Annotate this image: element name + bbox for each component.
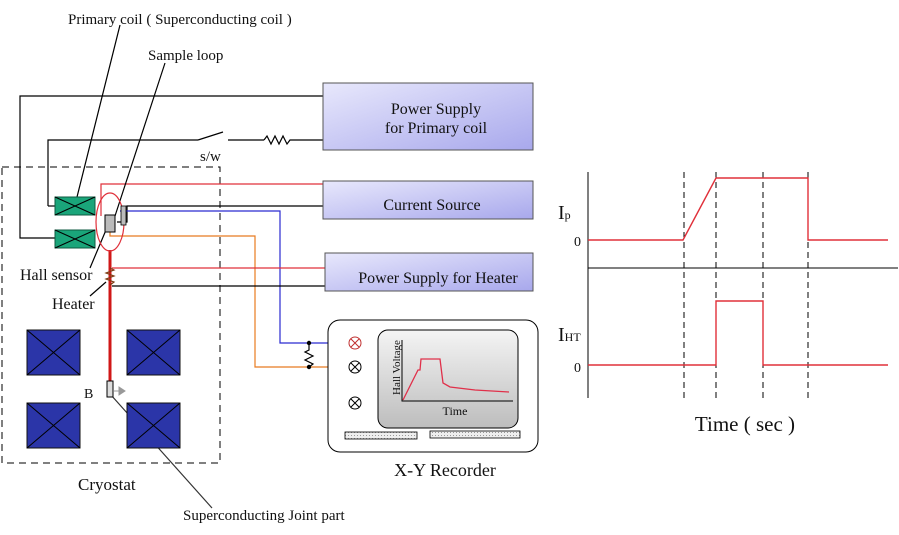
ip-trace	[588, 177, 888, 241]
primary-supply-line1: Power Supply	[391, 101, 481, 118]
hall-sensor-label: Hall sensor	[20, 267, 93, 284]
iht-label: IHT	[558, 324, 581, 346]
current-source-label: Current Source	[383, 197, 480, 214]
field-arrow-icon	[114, 386, 126, 396]
primary-coil	[54, 196, 96, 249]
ip-label: Ip	[558, 202, 571, 224]
primary-coil-label: Primary coil ( Superconducting coil )	[68, 12, 292, 28]
field-b-label: B	[84, 387, 93, 402]
heater-label: Heater	[52, 296, 95, 313]
primary-supply-line2: for Primary coil	[385, 120, 488, 137]
experiment-diagram: s/w B Primary coil ( Superconducting coi…	[1, 12, 898, 524]
joint-label: Superconducting Joint part	[183, 508, 345, 524]
hall-sensor	[104, 214, 116, 233]
ip-zero: 0	[574, 235, 581, 250]
iht-zero: 0	[574, 361, 581, 376]
background-magnets	[26, 329, 181, 449]
switch-label: s/w	[200, 149, 221, 165]
recorder-label: X-Y Recorder	[394, 460, 496, 480]
sample-loop-label: Sample loop	[148, 48, 223, 64]
heater-supply-label: Power Supply for Heater	[358, 270, 518, 287]
time-axis-label: Time ( sec )	[695, 412, 795, 436]
screen-ylabel: Hall Voltage	[391, 340, 403, 395]
iht-trace	[588, 300, 888, 366]
timing-chart	[587, 172, 898, 398]
screen-xlabel: Time	[443, 404, 468, 418]
cryostat-label: Cryostat	[78, 475, 136, 494]
superconducting-joint	[106, 380, 114, 398]
